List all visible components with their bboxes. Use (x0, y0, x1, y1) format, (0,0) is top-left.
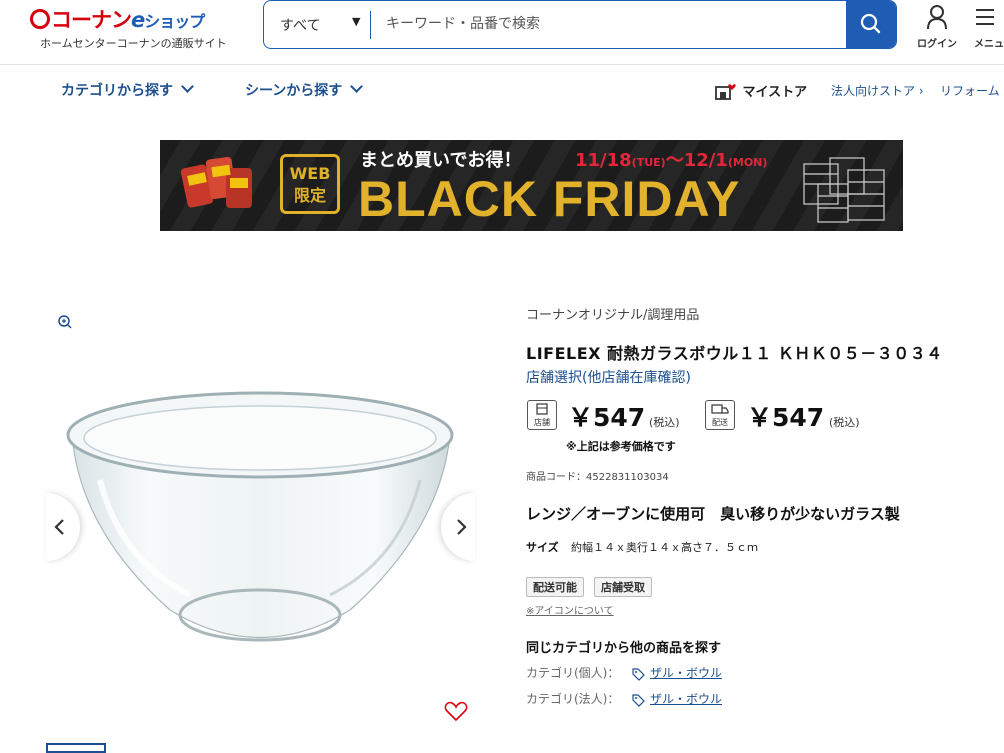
logo-text: コーナン (51, 8, 132, 32)
product-code: 商品コード：4522831103034 (526, 472, 669, 483)
badge-line1: WEB (289, 164, 331, 183)
caret-down-icon[interactable]: ▼ (352, 15, 360, 28)
mystore-label: マイストア (742, 85, 808, 100)
tag-icon (632, 694, 645, 707)
logo-subtitle: ホームセンターコーナンの通販サイト (40, 37, 227, 50)
gallery-next-button[interactable] (441, 493, 475, 561)
search-divider (370, 11, 371, 39)
banner-tagline: まとめ買いでお得！ (360, 150, 522, 171)
search-bar: すべて ▼ (263, 0, 897, 49)
category-personal-link[interactable]: ザル・ボウル (650, 664, 722, 681)
logo-ring-icon (30, 9, 50, 29)
user-icon (927, 5, 947, 30)
delivery-price-icon: 配送 (705, 400, 735, 430)
search-input[interactable] (386, 13, 826, 35)
size-value: 約幅１４ｘ奥行１４ｘ高さ７．５ｃｍ (571, 541, 758, 554)
banner-dates: 11/18(TUE)～12/1(MON) (575, 146, 767, 172)
chevron-down-icon (181, 80, 194, 93)
nav-category[interactable]: カテゴリから探す (61, 80, 194, 100)
login-button[interactable]: ログイン (914, 4, 960, 50)
menu-button[interactable]: メニュー (974, 4, 1004, 50)
zoom-in-icon[interactable] (57, 314, 73, 330)
nav-scene[interactable]: シーンから探す (245, 80, 364, 100)
product-catchphrase: レンジ／オーブンに使用可 臭い移りが少ないガラス製 (526, 505, 900, 523)
category-business-label: カテゴリ(法人)： (526, 692, 620, 706)
gallery-prev-button[interactable] (46, 493, 80, 561)
heart-icon[interactable] (444, 700, 468, 722)
search-category-select[interactable]: すべて (280, 15, 320, 35)
category-business-link[interactable]: ザル・ボウル (650, 690, 722, 707)
nav-category-label: カテゴリから探す (61, 83, 173, 99)
chevron-left-icon (54, 519, 64, 535)
black-friday-banner[interactable]: WEB 限定 まとめ買いでお得！ 11/18(TUE)～12/1(MON) BL… (160, 140, 903, 231)
logo-e: e (131, 8, 145, 32)
price-note: ※上記は参考価格です (566, 440, 676, 453)
product-title: LIFELEX 耐熱ガラスボウル１１ ＫＨＫ０５－３０３４ (526, 344, 943, 363)
date-end: 12/1 (683, 150, 728, 171)
tag-delivery: 配送可能 (526, 577, 584, 597)
tag-icon (632, 668, 645, 681)
mystore-link[interactable]: マイストア (714, 80, 807, 100)
product-brand[interactable]: コーナンオリジナル/調理用品 (526, 304, 699, 323)
search-button[interactable] (846, 1, 896, 48)
tag-store-pickup: 店舗受取 (594, 577, 652, 597)
banner-headline: BLACK FRIDAY (358, 171, 741, 227)
icon-info-link[interactable]: ※アイコンについて (526, 602, 614, 617)
nav-scene-label: シーンから探す (245, 83, 343, 99)
delivery-price-label: 配送 (712, 418, 728, 427)
truck-icon (711, 404, 729, 414)
corporate-store-link[interactable]: 法人向けストア › (831, 82, 924, 99)
store-price-tax: (税込) (649, 416, 680, 429)
site-logo[interactable]: コーナンeショップ (30, 4, 205, 34)
date-start-day: (TUE) (631, 156, 666, 169)
badge-line2: 限定 (293, 186, 326, 205)
store-price: ￥547 (568, 403, 646, 432)
store-price-icon: 店舗 (527, 400, 557, 430)
logo-shop: ショップ (144, 12, 205, 31)
date-start: 11/18 (575, 150, 632, 171)
web-limited-badge: WEB 限定 (280, 154, 340, 214)
search-icon (860, 13, 881, 34)
store-select-link[interactable]: 店舗選択(他店舗在庫確認) (526, 367, 691, 387)
login-label: ログイン (917, 39, 957, 50)
site-header: コーナンeショップ ホームセンターコーナンの通販サイト すべて ▼ ログイン メ… (0, 0, 1004, 65)
same-category-heading: 同じカテゴリから他の商品を探す (526, 641, 722, 656)
thumbnail-selected[interactable] (46, 743, 106, 753)
delivery-price: ￥547 (747, 403, 825, 432)
snack-jars-image (180, 156, 252, 208)
menu-label: メニュー (974, 39, 1004, 50)
wire-baskets-image (803, 157, 885, 223)
reform-link[interactable]: リフォーム (940, 82, 1000, 99)
date-sep: ～ (665, 150, 684, 171)
store-price-label: 店舗 (534, 418, 550, 427)
date-end-day: (MON) (727, 156, 768, 169)
store-heart-icon (715, 84, 736, 100)
product-image[interactable] (60, 380, 460, 660)
store-icon (536, 403, 548, 415)
size-label: サイズ (526, 541, 559, 554)
hamburger-icon (976, 9, 994, 25)
delivery-price-tax: (税込) (829, 416, 860, 429)
chevron-down-icon (350, 80, 364, 93)
category-personal-label: カテゴリ(個人)： (526, 666, 620, 680)
chevron-right-icon (457, 519, 467, 535)
